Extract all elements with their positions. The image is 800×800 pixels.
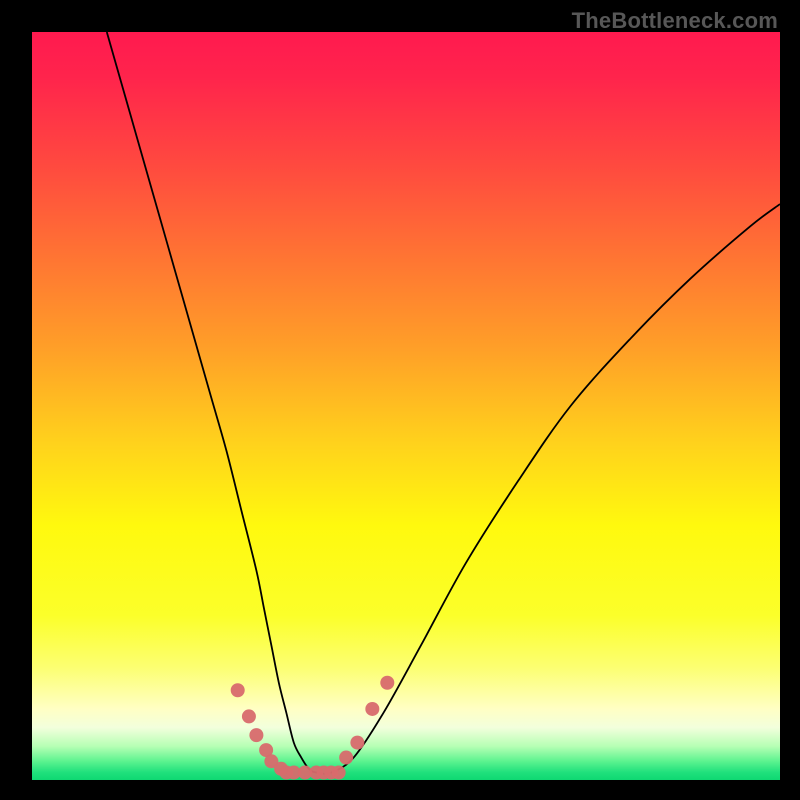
chart-area [32,32,780,780]
highlight-marker [380,676,394,690]
stage: TheBottleneck.com [0,0,800,800]
highlight-markers-right [339,676,394,765]
curve-layer [32,32,780,780]
highlight-marker [249,728,263,742]
highlight-marker [339,751,353,765]
highlight-marker [231,683,245,697]
highlight-marker [365,702,379,716]
highlight-markers-left [231,683,294,779]
watermark-text: TheBottleneck.com [572,8,778,34]
highlight-marker [350,736,364,750]
bottleneck-curve [107,32,780,774]
floor-markers [287,766,346,780]
highlight-marker [242,709,256,723]
highlight-marker [332,766,346,780]
